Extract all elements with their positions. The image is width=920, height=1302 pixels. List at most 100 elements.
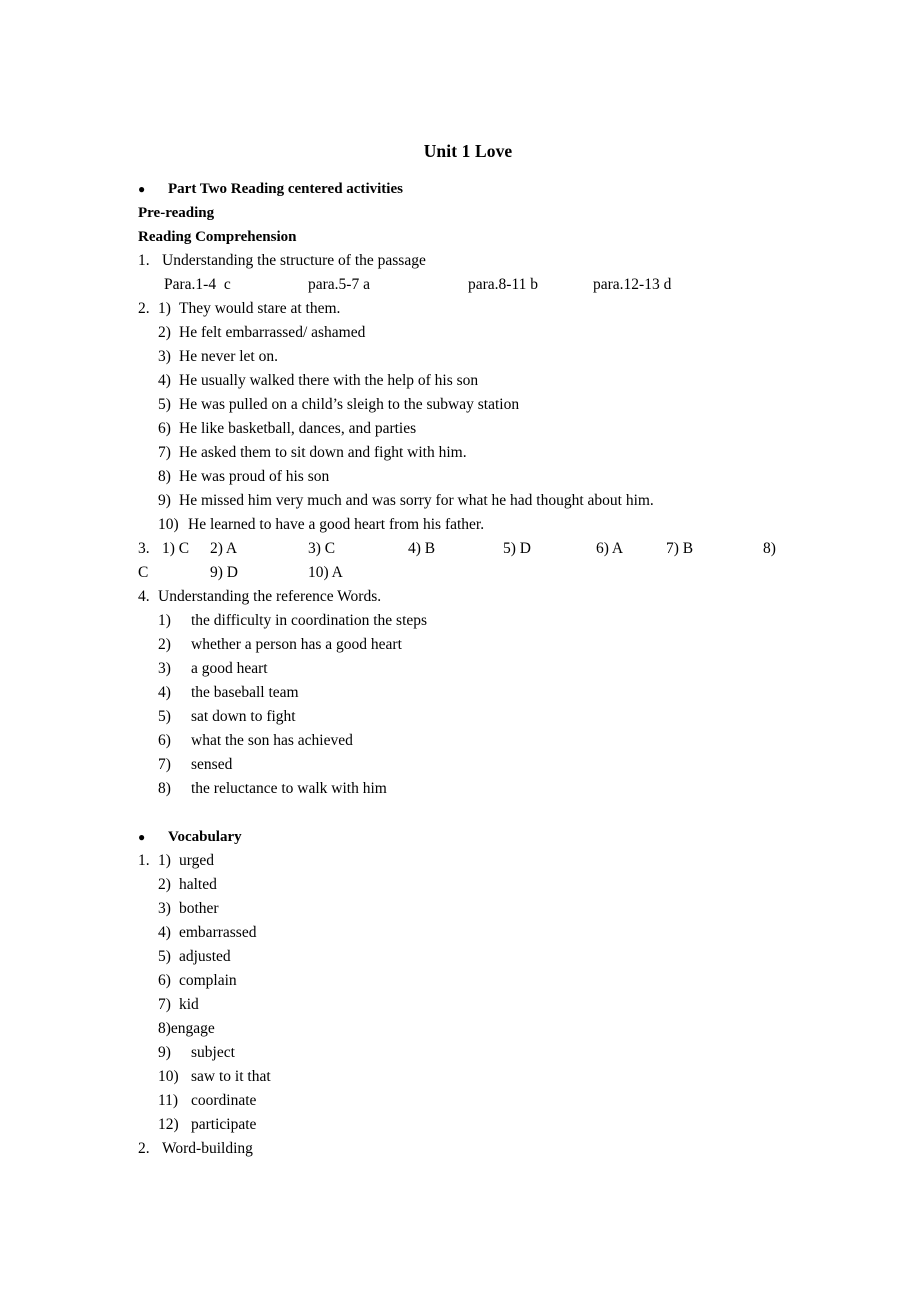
- list-item-text: whether a person has a good heart: [191, 636, 402, 653]
- list-item-number: 8): [158, 1020, 171, 1037]
- question-4: 4. Understanding the reference Words.: [138, 585, 798, 609]
- list-item: 12) participate: [138, 1113, 798, 1137]
- list-item-text: He like basketball, dances, and parties: [179, 420, 417, 437]
- list-item: 11) coordinate: [138, 1089, 798, 1113]
- answer-item: C: [138, 564, 149, 581]
- paragraph-map-item: Para.1-4 c: [164, 276, 231, 293]
- list-item-number: 6): [158, 972, 171, 989]
- paragraph-map-item: para.12-13 d: [593, 276, 672, 293]
- list-item: 4) embarrassed: [138, 921, 798, 945]
- paragraph-map-item: para.8-11 b: [468, 276, 539, 293]
- heading-part-two: Part Two Reading centered activities: [138, 177, 798, 201]
- question-4-text: Understanding the reference Words.: [158, 588, 382, 605]
- vocabulary-question-1-number: 1.: [138, 852, 150, 869]
- vocabulary-question-1: 1. 1) urged: [138, 849, 798, 873]
- answer-item: 3) C: [308, 540, 336, 557]
- list-item-text: participate: [191, 1116, 257, 1133]
- answer-key-row-2: C 9) D 10) A: [138, 561, 798, 585]
- list-item-number: 8): [158, 468, 171, 485]
- list-item: 6) He like basketball, dances, and parti…: [138, 417, 798, 441]
- heading-vocabulary: Vocabulary: [138, 825, 798, 849]
- question-1-number: 1.: [138, 252, 150, 269]
- list-item-number: 11): [158, 1092, 179, 1109]
- list-item: 9) subject: [138, 1041, 798, 1065]
- list-item: 8) He was proud of his son: [138, 465, 798, 489]
- paragraph-structure-map: Para.1-4 c para.5-7 a para.8-11 b para.1…: [138, 273, 798, 297]
- list-item: 2) He felt embarrassed/ ashamed: [138, 321, 798, 345]
- heading-part-two-label: Part Two Reading centered activities: [168, 181, 403, 197]
- list-item-text: halted: [179, 876, 217, 893]
- list-item: 7) He asked them to sit down and fight w…: [138, 441, 798, 465]
- list-item-text: sensed: [191, 756, 233, 773]
- list-item-number: 3): [158, 900, 171, 917]
- list-item: 6) what the son has achieved: [138, 729, 798, 753]
- list-item-number: 12): [158, 1116, 179, 1133]
- list-item: 6) complain: [138, 969, 798, 993]
- page-title: Unit 1 Love: [423, 141, 513, 161]
- question-3-number: 3.: [138, 540, 150, 557]
- answer-item: 2) A: [210, 540, 238, 557]
- list-item-text: coordinate: [191, 1092, 257, 1109]
- list-item-number: 9): [158, 492, 171, 509]
- list-item: 4) He usually walked there with the help…: [138, 369, 798, 393]
- list-item-text: the baseball team: [191, 684, 299, 701]
- document-page: Unit 1 Love Part Two Reading centered ac…: [0, 0, 920, 1302]
- answer-item: 5) D: [503, 540, 531, 557]
- list-item-number: 2): [158, 876, 171, 893]
- list-item-number: 3): [158, 660, 171, 677]
- question-1: 1. Understanding the structure of the pa…: [138, 249, 798, 273]
- list-item: 3) bother: [138, 897, 798, 921]
- list-item-number: 7): [158, 756, 171, 773]
- list-item-number: 1): [158, 852, 171, 869]
- list-item-text: embarrassed: [179, 924, 257, 941]
- list-item-number: 4): [158, 684, 171, 701]
- list-item-number: 5): [158, 396, 171, 413]
- question-2-number: 2.: [138, 300, 150, 317]
- list-item-text: sat down to fight: [191, 708, 296, 725]
- list-item: 9) He missed him very much and was sorry…: [138, 489, 798, 513]
- list-item-text: subject: [191, 1044, 235, 1061]
- list-item-number: 2): [158, 324, 171, 341]
- question-1-text: Understanding the structure of the passa…: [162, 252, 426, 269]
- list-item-text: complain: [179, 972, 237, 989]
- answer-item: 4) B: [408, 540, 436, 557]
- list-item-number: 10): [158, 1068, 179, 1085]
- list-item-number: 5): [158, 708, 171, 725]
- list-item-text: the difficulty in coordination the steps: [191, 612, 428, 629]
- heading-reading-comprehension: Reading Comprehension: [138, 229, 297, 245]
- list-item-text: the reluctance to walk with him: [191, 780, 387, 797]
- list-item-text: bother: [179, 900, 219, 917]
- heading-pre-reading: Pre-reading: [138, 205, 215, 221]
- list-item: 1) the difficulty in coordination the st…: [138, 609, 798, 633]
- list-item-text: He never let on.: [179, 348, 278, 365]
- answer-item: 9) D: [210, 564, 238, 581]
- list-item-text: He missed him very much and was sorry fo…: [179, 492, 654, 509]
- list-item: 3) He never let on.: [138, 345, 798, 369]
- list-item-text: He usually walked there with the help of…: [179, 372, 479, 389]
- list-item: 10) saw to it that: [138, 1065, 798, 1089]
- list-item-number: 1): [158, 612, 171, 629]
- list-item: 8) engage: [138, 1017, 798, 1041]
- list-item: 3) a good heart: [138, 657, 798, 681]
- list-item-number: 9): [158, 1044, 171, 1061]
- list-item-number: 3): [158, 348, 171, 365]
- document-body: Unit 1 Love Part Two Reading centered ac…: [138, 138, 798, 1161]
- list-item-text: urged: [179, 852, 215, 869]
- heading-vocabulary-label: Vocabulary: [168, 829, 242, 845]
- list-item-number: 6): [158, 420, 171, 437]
- question-2: 2. 1) They would stare at them.: [138, 297, 798, 321]
- list-item-text: saw to it that: [191, 1068, 271, 1085]
- vocabulary-question-2-number: 2.: [138, 1140, 150, 1157]
- list-item: 5) sat down to fight: [138, 705, 798, 729]
- list-item-text: He was proud of his son: [179, 468, 330, 485]
- list-item-text: engage: [170, 1020, 215, 1037]
- list-item-number: 4): [158, 924, 171, 941]
- list-item-number: 2): [158, 636, 171, 653]
- answer-item: 10) A: [308, 564, 343, 581]
- list-item-text: He felt embarrassed/ ashamed: [179, 324, 366, 341]
- list-item-text: what the son has achieved: [191, 732, 353, 749]
- list-item: 8) the reluctance to walk with him: [138, 777, 798, 801]
- answer-key-row-1: 3. 1) C 2) A 3) C 4) B 5) D 6) A 7) B 8): [138, 537, 798, 561]
- question-4-number: 4.: [138, 588, 150, 605]
- list-item-text: He was pulled on a child’s sleigh to the…: [179, 396, 520, 413]
